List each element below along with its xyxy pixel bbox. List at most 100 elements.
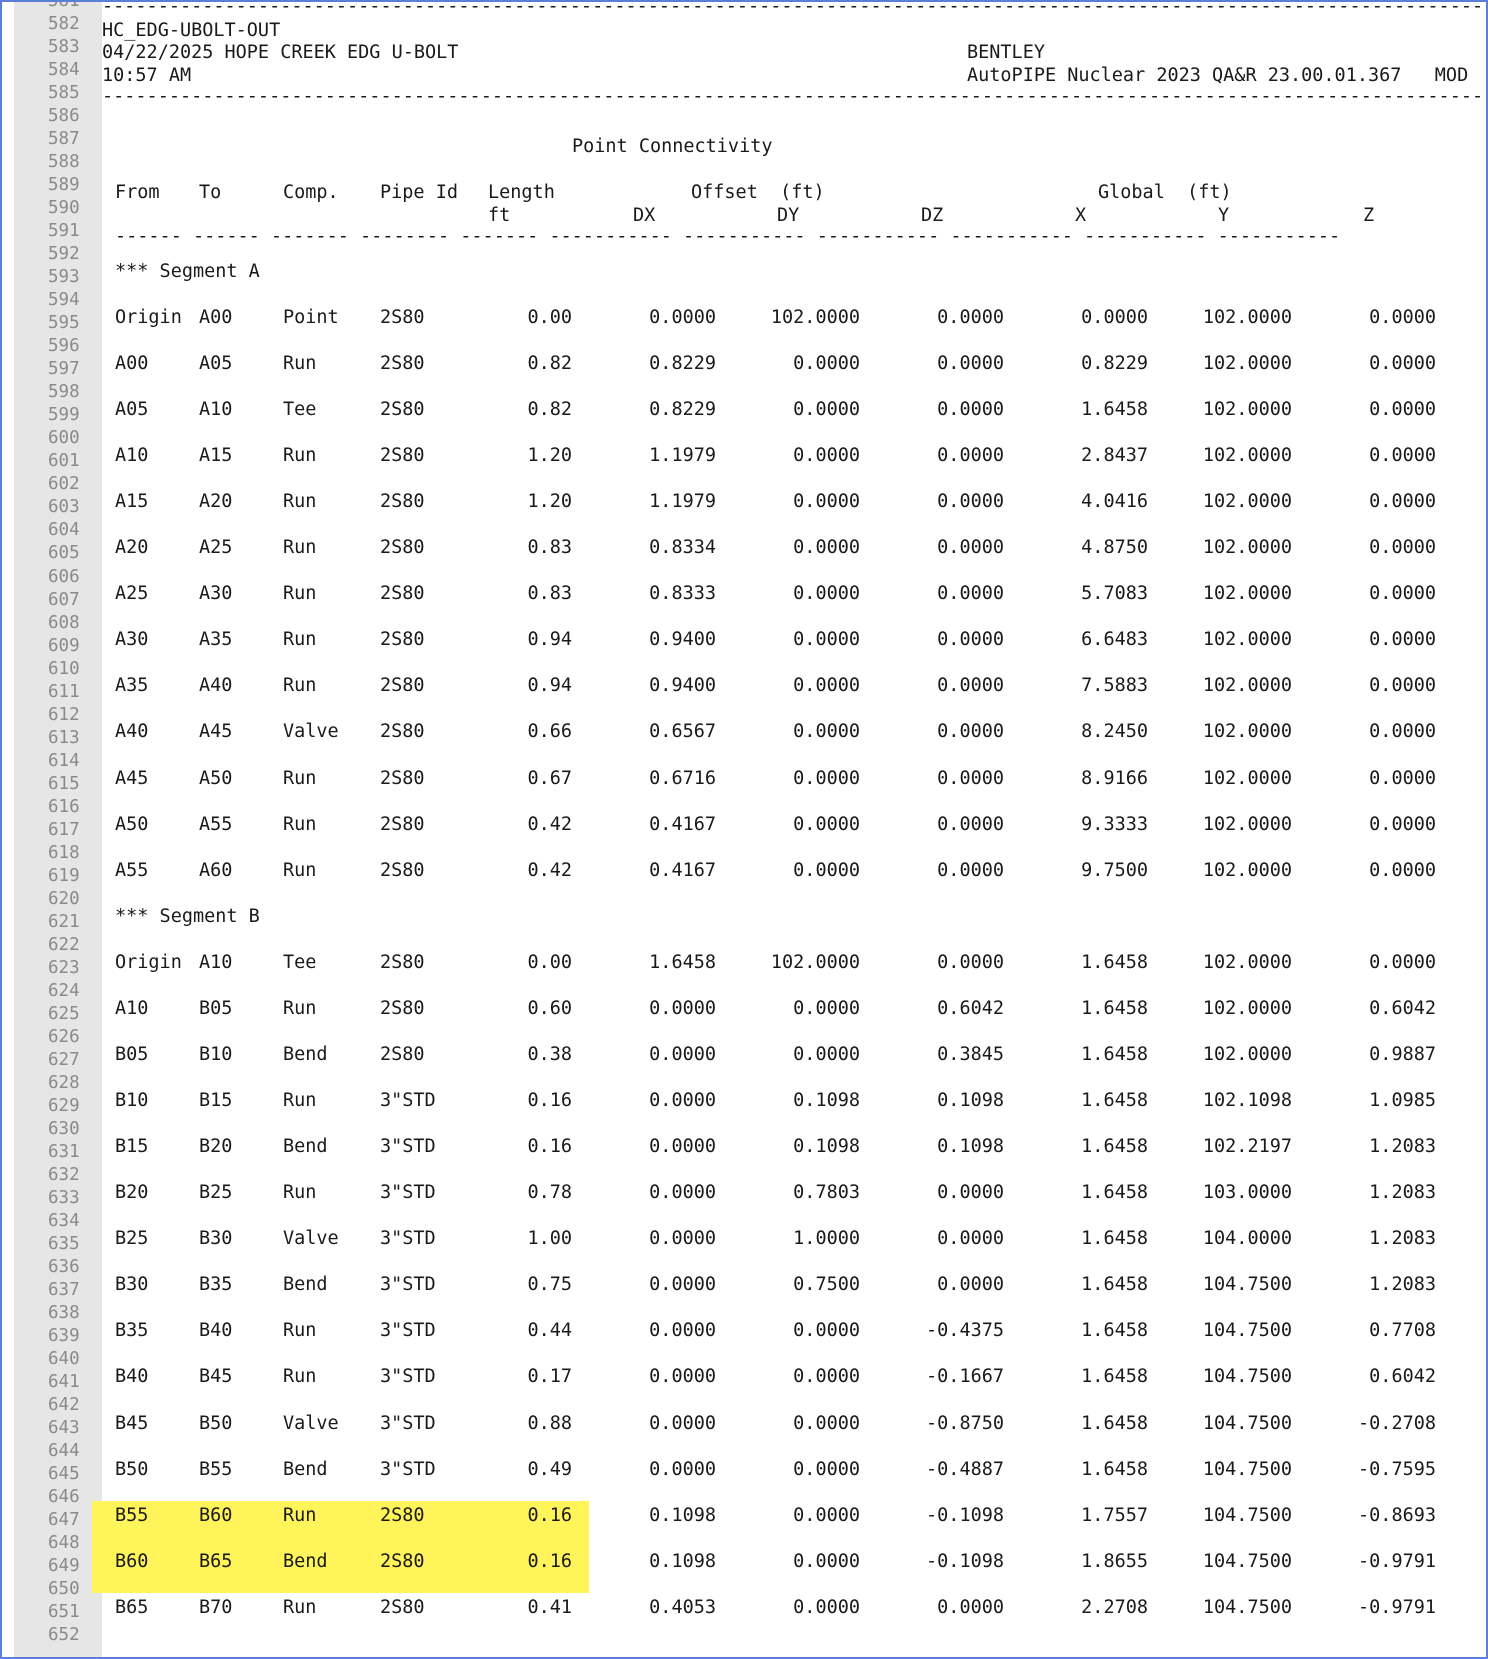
table-cell-to: A35 bbox=[199, 629, 233, 651]
header-dash-line-bottom: ----------------------------------------… bbox=[102, 86, 1486, 107]
col-header-dz: DZ bbox=[921, 205, 944, 226]
line-number: 624 bbox=[48, 980, 80, 1001]
line-number: 638 bbox=[48, 1303, 80, 1324]
table-cell-to: B50 bbox=[199, 1412, 233, 1434]
table-cell-from: A10 bbox=[115, 445, 149, 467]
table-cell-z: 0.7708 bbox=[1369, 1320, 1436, 1342]
line-number: 626 bbox=[48, 1026, 80, 1047]
table-cell-z: 0.0000 bbox=[1369, 721, 1436, 743]
table-cell-to: A25 bbox=[199, 537, 233, 559]
line-number: 607 bbox=[48, 589, 80, 610]
line-number: 620 bbox=[48, 888, 80, 909]
line-number: 615 bbox=[48, 773, 80, 794]
column-separator: ------ ------ ------- -------- ------- -… bbox=[115, 226, 1341, 247]
line-number: 603 bbox=[48, 497, 80, 518]
line-number: 604 bbox=[48, 520, 80, 541]
table-cell-from: B50 bbox=[115, 1458, 149, 1480]
line-number: 612 bbox=[48, 704, 80, 725]
col-header-dx: DX bbox=[633, 205, 656, 226]
segment-label: *** Segment B bbox=[115, 906, 260, 927]
table-cell-to: B20 bbox=[199, 1136, 233, 1158]
table-cell-comp: Run bbox=[283, 629, 317, 651]
table-cell-to: A60 bbox=[199, 859, 233, 881]
table-cell-to: A55 bbox=[199, 813, 233, 835]
table-cell-from: B30 bbox=[115, 1274, 149, 1296]
line-number: 634 bbox=[48, 1211, 80, 1232]
line-number: 605 bbox=[48, 543, 80, 564]
report-program: AutoPIPE Nuclear 2023 QA&R 23.00.01.367 … bbox=[967, 65, 1469, 86]
table-cell-z: 0.0000 bbox=[1369, 353, 1436, 375]
report-date-title: 04/22/2025 HOPE CREEK EDG U-BOLT bbox=[102, 42, 459, 63]
table-cell-to: A45 bbox=[199, 721, 233, 743]
table-cell-from: A10 bbox=[115, 998, 149, 1020]
text-viewer-window: 581 582 583 584 585 586 587 588 589 590 591 592 593 5… bbox=[0, 0, 1488, 1659]
table-cell-comp: Bend bbox=[283, 1458, 328, 1480]
table-cell-z: 0.0000 bbox=[1369, 767, 1436, 789]
table-cell-z: 0.0000 bbox=[1369, 675, 1436, 697]
table-cell-comp: Run bbox=[283, 1366, 317, 1388]
line-number: 641 bbox=[48, 1372, 80, 1393]
table-cell-comp: Run bbox=[283, 445, 317, 467]
table-cell-from: A20 bbox=[115, 537, 149, 559]
table-cell-comp: Run bbox=[283, 859, 317, 881]
col-header-x: X bbox=[1075, 205, 1087, 226]
table-cell-from: A45 bbox=[115, 767, 149, 789]
line-number: 651 bbox=[48, 1602, 80, 1623]
report-time: 10:57 AM bbox=[102, 65, 192, 86]
line-number: 598 bbox=[48, 382, 80, 403]
table-cell-z: -0.8693 bbox=[1358, 1504, 1436, 1526]
line-number: 600 bbox=[48, 428, 80, 449]
line-number: 618 bbox=[48, 842, 80, 863]
table-cell-z: 1.0985 bbox=[1369, 1090, 1436, 1112]
line-number: 610 bbox=[48, 658, 80, 679]
table-cell-comp: Run bbox=[283, 767, 317, 789]
table-cell-from: A00 bbox=[115, 353, 149, 375]
table-cell-to: A30 bbox=[199, 583, 233, 605]
table-cell-comp: Run bbox=[283, 353, 317, 375]
line-number: 597 bbox=[48, 359, 80, 380]
table-cell-from: Origin bbox=[115, 307, 182, 328]
table-cell-comp: Run bbox=[283, 491, 317, 513]
col-header-pipe-id: Pipe Id bbox=[380, 182, 458, 203]
line-number: 643 bbox=[48, 1418, 80, 1439]
table-cell-to: B25 bbox=[199, 1182, 233, 1204]
table-cell-comp: Run bbox=[283, 1320, 317, 1342]
line-number: 631 bbox=[48, 1142, 80, 1162]
line-number: 609 bbox=[48, 635, 80, 656]
line-number: 622 bbox=[48, 934, 80, 955]
table-cell-from: B55 bbox=[115, 1504, 149, 1526]
table-cell-z: 1.2083 bbox=[1369, 1136, 1436, 1158]
line-number: 608 bbox=[48, 612, 80, 633]
table-cell-from: B45 bbox=[115, 1412, 149, 1434]
line-number: 613 bbox=[48, 727, 80, 748]
line-number: 637 bbox=[48, 1280, 80, 1301]
table-cell-comp: Valve bbox=[283, 1228, 339, 1250]
table-cell-z: 1.2083 bbox=[1369, 1182, 1436, 1204]
line-number: 635 bbox=[48, 1234, 80, 1255]
table-cell-z: 0.0000 bbox=[1369, 399, 1436, 421]
line-number: 596 bbox=[48, 336, 80, 357]
table-cell-to: B65 bbox=[199, 1550, 233, 1572]
table-cell-to: A10 bbox=[199, 952, 233, 973]
table-cell-comp: Bend bbox=[283, 1550, 328, 1572]
table-cell-to: B40 bbox=[199, 1320, 233, 1342]
line-number: 645 bbox=[48, 1464, 80, 1485]
line-number: 628 bbox=[48, 1072, 80, 1093]
table-cell-from: B65 bbox=[115, 1596, 149, 1618]
line-number: 594 bbox=[48, 290, 80, 311]
table-cell-z: 1.2083 bbox=[1369, 1274, 1436, 1296]
table-cell-comp: Bend bbox=[283, 1274, 328, 1296]
table-cell-to: B10 bbox=[199, 1044, 233, 1066]
line-number: 621 bbox=[48, 911, 80, 932]
col-header-comp: Comp. bbox=[283, 182, 339, 203]
table-cell-comp: Run bbox=[283, 1090, 317, 1112]
line-number: 590 bbox=[48, 198, 80, 219]
col-header-dy: DY bbox=[777, 205, 800, 226]
table-cell-comp: Run bbox=[283, 675, 317, 697]
table-cell-z: 0.9887 bbox=[1369, 1044, 1436, 1066]
line-number: 630 bbox=[48, 1118, 80, 1139]
table-cell-z: -0.9791 bbox=[1358, 1550, 1436, 1572]
table-cell-z: 0.0000 bbox=[1369, 445, 1436, 467]
table-cell-z: 0.0000 bbox=[1369, 537, 1436, 559]
table-cell-from: B15 bbox=[115, 1136, 149, 1158]
